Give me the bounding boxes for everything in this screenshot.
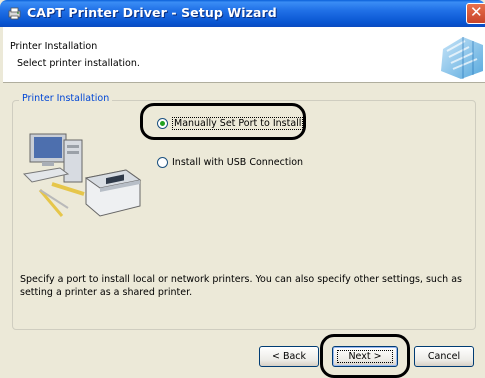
group-label: Printer Installation [19, 93, 113, 104]
setup-wizard-window: CAPT Printer Driver - Setup Wizard ✕ Pri… [0, 0, 485, 378]
option-usb-label: Install with USB Connection [172, 157, 304, 168]
option-usb[interactable]: Install with USB Connection [157, 157, 303, 168]
cancel-button[interactable]: Cancel [414, 346, 474, 367]
back-button-label: < Back [271, 351, 307, 362]
radio-manual-port[interactable] [157, 118, 168, 129]
next-button-label: Next > [337, 350, 393, 363]
next-button[interactable]: Next > [332, 346, 398, 367]
title-bar[interactable]: CAPT Printer Driver - Setup Wizard ✕ [0, 0, 485, 27]
computer-printer-illustration [22, 133, 142, 217]
cancel-button-label: Cancel [427, 351, 461, 362]
header-subtitle: Select printer installation. [17, 58, 140, 69]
back-button[interactable]: < Back [259, 346, 319, 367]
close-icon: ✕ [470, 3, 483, 21]
printer-setup-icon [8, 7, 21, 20]
description-text: Specify a port to install local or netwo… [20, 274, 462, 298]
radio-usb[interactable] [157, 157, 168, 168]
wizard-header: Printer Installation Select printer inst… [3, 27, 485, 83]
close-button[interactable]: ✕ [466, 3, 485, 24]
header-title: Printer Installation [10, 41, 98, 52]
option-manual-port-label: Manually Set Port to Install [172, 117, 304, 130]
window-title: CAPT Printer Driver - Setup Wizard [27, 5, 277, 20]
wizard-header-icon [441, 37, 483, 79]
option-manual-port[interactable]: Manually Set Port to Install [157, 117, 304, 130]
